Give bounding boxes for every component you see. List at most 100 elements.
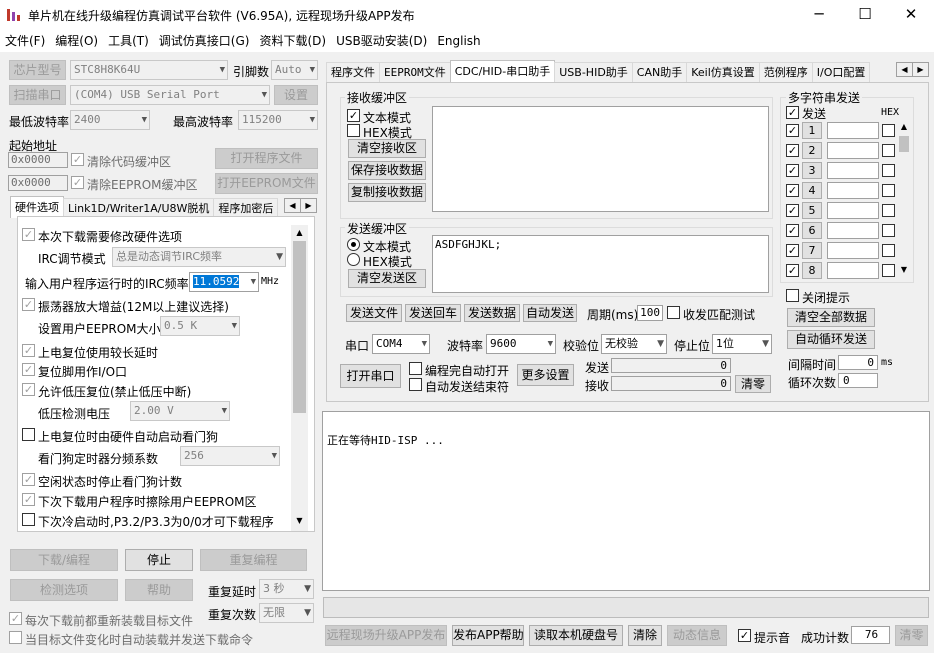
auto-send-checkbox[interactable] xyxy=(9,631,22,644)
repeat-program-button[interactable]: 重复编程 xyxy=(200,549,307,571)
irc-frequency-select[interactable]: 11.0592 ▼ xyxy=(189,272,259,292)
recv-text-mode-checkbox[interactable]: ✓ xyxy=(347,109,360,122)
multi-row-hex-checkbox[interactable] xyxy=(882,184,895,197)
period-input[interactable]: 100 xyxy=(637,305,663,321)
modify-hw-checkbox[interactable]: ✓ xyxy=(22,228,35,241)
close-button[interactable]: ✕ xyxy=(888,0,934,30)
min-baud-select[interactable]: 2400 ▼ xyxy=(70,110,150,130)
tab-keil[interactable]: Keil仿真设置 xyxy=(686,62,760,82)
auto-loop-button[interactable]: 自动循环发送 xyxy=(787,330,875,349)
multi-row-text-input[interactable] xyxy=(827,182,879,199)
interval-input[interactable]: 0 xyxy=(838,355,878,370)
multi-row-text-input[interactable] xyxy=(827,262,879,279)
multi-row-send-checkbox[interactable]: ✓ xyxy=(786,224,799,237)
auto-end-checkbox[interactable] xyxy=(409,378,422,391)
serial-port-select[interactable]: COM4 ▼ xyxy=(372,334,430,354)
long-delay-checkbox[interactable]: ✓ xyxy=(22,344,35,357)
multi-row-send-button[interactable]: 1 xyxy=(802,122,822,139)
hw-scrollbar[interactable]: ▲ ▼ xyxy=(291,225,308,531)
multi-row-send-button[interactable]: 8 xyxy=(802,262,822,279)
chip-type-button[interactable]: 芯片型号 xyxy=(9,60,66,80)
right-tab-scroll-right-icon[interactable]: ▶ xyxy=(912,62,929,77)
eeprom-address-input[interactable]: 0x0000 xyxy=(8,175,68,191)
send-textarea[interactable]: ASDFGHJKL; xyxy=(432,235,769,293)
tab-examples[interactable]: 范例程序 xyxy=(758,62,813,82)
max-baud-select[interactable]: 115200 ▼ xyxy=(238,110,318,130)
multi-row-hex-checkbox[interactable] xyxy=(882,164,895,177)
multi-row-send-checkbox[interactable]: ✓ xyxy=(786,144,799,157)
hw-scroll-thumb[interactable] xyxy=(293,241,306,413)
tab-program-file[interactable]: 程序文件 xyxy=(326,62,380,82)
multi-row-hex-checkbox[interactable] xyxy=(882,124,895,137)
multi-row-hex-checkbox[interactable] xyxy=(882,224,895,237)
right-tab-scroll-left-icon[interactable]: ◀ xyxy=(896,62,913,77)
clear-count-button[interactable]: 清零 xyxy=(735,375,771,393)
publish-help-button[interactable]: 发布APP帮助 xyxy=(452,625,524,646)
reset-io-checkbox[interactable]: ✓ xyxy=(22,363,35,376)
tab-eeprom-file[interactable]: EEPROM文件 xyxy=(379,62,451,82)
repeat-count-select[interactable]: 无限 ▼ xyxy=(259,603,314,623)
tab-usb-hid[interactable]: USB-HID助手 xyxy=(554,62,633,82)
stop-bits-select[interactable]: 1位 ▼ xyxy=(712,334,772,354)
multi-row-send-checkbox[interactable]: ✓ xyxy=(786,124,799,137)
port-select[interactable]: (COM4) USB Serial Port ▼ xyxy=(70,85,270,105)
reset-count-button[interactable]: 清零 xyxy=(895,625,928,646)
pins-select[interactable]: Auto ▼ xyxy=(271,60,318,80)
multi-send-scrollbar[interactable]: ▲ ▼ xyxy=(897,120,911,278)
tab-hardware-options[interactable]: 硬件选项 xyxy=(10,196,64,218)
clear-all-button[interactable]: 清空全部数据 xyxy=(787,308,875,327)
read-disk-button[interactable]: 读取本机硬盘号 xyxy=(529,625,623,646)
beep-checkbox[interactable]: ✓ xyxy=(738,629,751,642)
chip-type-select[interactable]: STC8H8K64U ▼ xyxy=(70,60,228,80)
send-data-button[interactable]: 发送数据 xyxy=(464,304,520,322)
multi-row-text-input[interactable] xyxy=(827,122,879,139)
minimize-button[interactable]: ─ xyxy=(796,0,842,30)
multi-row-send-button[interactable]: 3 xyxy=(802,162,822,179)
multi-row-send-button[interactable]: 2 xyxy=(802,142,822,159)
close-tip-checkbox[interactable] xyxy=(786,289,799,302)
scan-port-button[interactable]: 扫描串口 xyxy=(9,85,66,105)
auto-send-button[interactable]: 自动发送 xyxy=(523,304,577,322)
menu-file[interactable]: 文件(F) xyxy=(0,31,50,51)
menu-program[interactable]: 编程(O) xyxy=(50,31,103,51)
send-hex-mode-radio[interactable] xyxy=(347,253,360,266)
remote-upgrade-button[interactable]: 远程现场升级APP发布 xyxy=(325,625,447,646)
download-button[interactable]: 下载/编程 xyxy=(10,549,118,571)
tab-io-config[interactable]: I/O口配置 xyxy=(811,62,871,82)
multi-row-hex-checkbox[interactable] xyxy=(882,204,895,217)
open-port-button[interactable]: 打开串口 xyxy=(340,364,401,388)
scroll-up-icon[interactable]: ▲ xyxy=(897,120,911,134)
clear-eeprom-checkbox[interactable]: ✓ xyxy=(71,176,84,189)
multi-row-send-button[interactable]: 4 xyxy=(802,182,822,199)
tab-serial-assistant[interactable]: CDC/HID-串口助手 xyxy=(449,60,556,82)
multi-row-send-button[interactable]: 6 xyxy=(802,222,822,239)
multi-row-text-input[interactable] xyxy=(827,222,879,239)
repeat-delay-select[interactable]: 3 秒 ▼ xyxy=(259,579,314,599)
auto-open-checkbox[interactable] xyxy=(409,362,422,375)
multi-row-text-input[interactable] xyxy=(827,242,879,259)
multi-row-hex-checkbox[interactable] xyxy=(882,244,895,257)
clear-receive-button[interactable]: 清空接收区 xyxy=(348,139,426,158)
receive-textarea[interactable] xyxy=(432,106,769,212)
scroll-up-icon[interactable]: ▲ xyxy=(291,225,308,241)
settings-button[interactable]: 设置 xyxy=(274,85,318,105)
help-button[interactable]: 帮助 xyxy=(125,579,193,601)
match-test-checkbox[interactable] xyxy=(667,306,680,319)
wdt-hw-checkbox[interactable] xyxy=(22,428,35,441)
menu-download[interactable]: 资料下载(D) xyxy=(254,31,331,51)
save-receive-button[interactable]: 保存接收数据 xyxy=(348,161,426,180)
lvd-reset-checkbox[interactable]: ✓ xyxy=(22,383,35,396)
tab-link1d[interactable]: Link1D/Writer1A/U8W脱机 xyxy=(63,198,215,218)
tab-scroll-right-icon[interactable]: ▶ xyxy=(300,198,317,213)
menu-english[interactable]: English xyxy=(432,31,485,51)
open-program-button[interactable]: 打开程序文件 xyxy=(215,148,318,169)
menu-debug[interactable]: 调试仿真接口(G) xyxy=(154,31,255,51)
open-eeprom-button[interactable]: 打开EEPROM文件 xyxy=(215,173,318,194)
recv-hex-mode-checkbox[interactable] xyxy=(347,124,360,137)
multi-row-hex-checkbox[interactable] xyxy=(882,144,895,157)
clear-code-checkbox[interactable]: ✓ xyxy=(71,153,84,166)
scroll-down-icon[interactable]: ▼ xyxy=(897,263,911,277)
menu-tools[interactable]: 工具(T) xyxy=(103,31,154,51)
eeprom-size-select[interactable]: 0.5 K ▼ xyxy=(160,316,240,336)
more-settings-button[interactable]: 更多设置 xyxy=(517,364,574,386)
